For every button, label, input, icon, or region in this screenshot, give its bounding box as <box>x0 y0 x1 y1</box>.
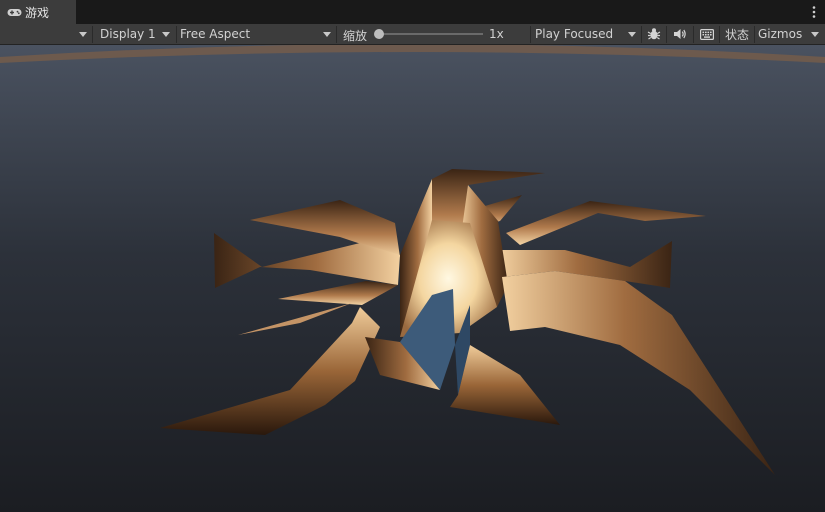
chevron-down-icon <box>79 32 87 37</box>
stats-button[interactable]: 状态 <box>720 24 754 44</box>
scale-slider-track[interactable] <box>379 33 483 35</box>
speaker-icon <box>674 29 686 39</box>
chevron-down-icon <box>162 32 170 37</box>
gamepad-icon <box>7 8 22 16</box>
gizmos-button[interactable]: Gizmos <box>755 24 805 44</box>
scale-value: 1x <box>489 27 504 41</box>
stats-label: 状态 <box>724 27 749 42</box>
game-viewport[interactable] <box>0 45 825 512</box>
window-tab-bar: 游戏 <box>0 0 825 24</box>
chevron-down-icon <box>323 32 331 37</box>
tab-label: 游戏 <box>25 5 50 20</box>
audio-mute-button[interactable] <box>667 24 693 44</box>
gizmos-label: Gizmos <box>758 27 803 41</box>
mode-dropdown[interactable] <box>0 24 92 44</box>
shortcuts-button[interactable] <box>694 24 719 44</box>
aspect-dropdown-value: Free Aspect <box>180 27 251 41</box>
scale-control: 缩放 1x <box>337 24 530 44</box>
display-dropdown-value: Display 1 <box>100 27 156 41</box>
kebab-menu-icon[interactable] <box>812 5 816 19</box>
keyboard-icon <box>699 28 714 40</box>
play-mode-dropdown[interactable]: Play Focused <box>531 24 641 44</box>
display-dropdown[interactable]: Display 1 <box>93 24 176 44</box>
bug-icon <box>647 28 661 40</box>
play-mode-value: Play Focused <box>535 27 614 41</box>
aspect-dropdown[interactable]: Free Aspect <box>177 24 336 44</box>
chevron-down-icon <box>811 32 819 37</box>
tab-game[interactable]: 游戏 <box>0 0 76 24</box>
game-view-toolbar: Display 1 Free Aspect 缩放 1x Play Focused <box>0 24 825 45</box>
chevron-down-icon <box>628 32 636 37</box>
gizmos-dropdown-toggle[interactable] <box>805 24 825 44</box>
scale-label: 缩放 <box>343 29 368 43</box>
bug-button[interactable] <box>642 24 666 44</box>
scale-slider-knob[interactable] <box>374 29 384 39</box>
